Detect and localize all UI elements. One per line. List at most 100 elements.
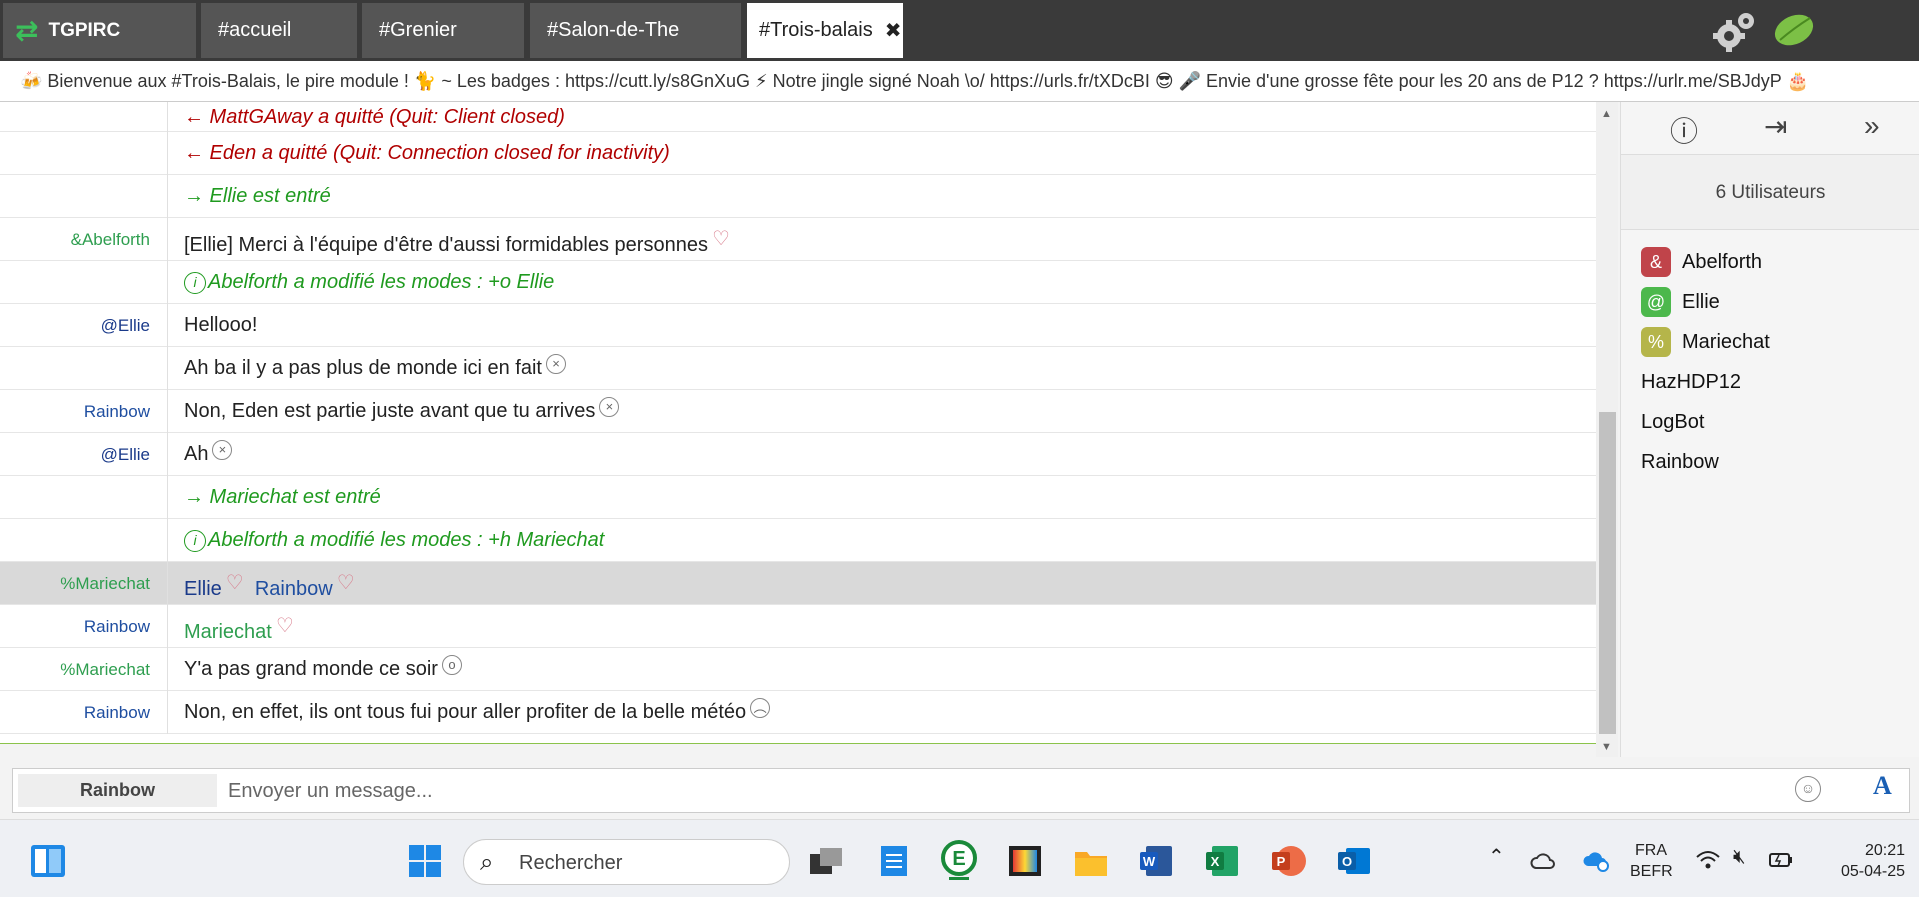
message-nick[interactable]: %Mariechat xyxy=(0,562,150,605)
notepad-icon[interactable] xyxy=(876,844,912,878)
search-icon: ⌕ xyxy=(480,849,494,876)
collapse-panel-icon[interactable]: » xyxy=(1864,110,1880,142)
scrollbar-thumb[interactable] xyxy=(1599,412,1616,734)
info-icon[interactable]: ⓘ xyxy=(1670,110,1698,150)
message-body: Non, en effet, ils ont tous fui pour all… xyxy=(184,701,747,723)
message-nick[interactable]: Rainbow xyxy=(0,691,150,734)
mention-ellie[interactable]: Ellie xyxy=(184,578,222,600)
message-body: Ah ba il y a pas plus de monde ici en fa… xyxy=(184,357,542,379)
tab-brand[interactable]: ⇄ TGPIRC xyxy=(3,3,196,58)
user-list: & Abelforth @ Ellie % Mariechat HazHDP12 Lo… xyxy=(1641,242,1770,482)
word-icon[interactable]: W xyxy=(1138,844,1174,878)
excel-icon[interactable]: X xyxy=(1204,844,1240,878)
svg-text:W: W xyxy=(1143,854,1156,869)
join-message: → Ellie est entré xyxy=(184,185,331,207)
mode-message: i Abelforth a modifié les modes : +o Elli… xyxy=(184,261,554,304)
settings-gears-icon[interactable] xyxy=(1711,10,1757,54)
message-nick[interactable]: Rainbow xyxy=(0,390,150,433)
message-body: [Ellie] Merci à l'équipe d'être d'aussi … xyxy=(184,234,708,256)
tab-label: #Trois-balais xyxy=(759,19,873,41)
heart-icon: ♡ xyxy=(711,228,730,250)
green-app-icon[interactable]: E xyxy=(941,840,977,880)
quit-message: ← Eden a quitté (Quit: Connection closed… xyxy=(184,142,670,164)
widgets-icon[interactable] xyxy=(30,844,66,878)
user-name: Rainbow xyxy=(1641,450,1719,473)
close-icon[interactable]: ✖ xyxy=(885,18,902,43)
message-nick[interactable]: @Ellie xyxy=(0,304,150,347)
clock-time: 20:21 xyxy=(1864,842,1905,859)
volume-muted-icon[interactable]: 🔇︎ xyxy=(1733,846,1746,869)
wifi-icon[interactable] xyxy=(1695,849,1721,871)
message-text: Non, en effet, ils ont tous fui pour all… xyxy=(184,691,771,734)
tab-label: #accueil xyxy=(218,19,292,41)
tab-label: #Grenier xyxy=(379,19,457,41)
message-row: Rainbow Mariechat ♡ xyxy=(0,605,1596,648)
message-input-bar: Rainbow ☺ A xyxy=(0,757,1919,819)
battery-icon[interactable] xyxy=(1768,849,1794,871)
powerpoint-icon[interactable]: P xyxy=(1270,844,1306,878)
sad-emoji-icon: ︵ xyxy=(750,698,771,718)
surprised-emoji-icon: o xyxy=(441,655,462,675)
scroll-down-icon[interactable]: ▼ xyxy=(1601,741,1612,753)
message-nick[interactable]: @Ellie xyxy=(0,433,150,476)
chevron-up-icon[interactable]: ⌃ xyxy=(1488,844,1505,869)
user-item[interactable]: LogBot xyxy=(1641,402,1770,442)
message-text: Ellie ♡ Rainbow ♡ xyxy=(184,562,355,605)
tab-trois-balais[interactable]: #Trois-balais ✖ xyxy=(747,3,903,58)
message-nick[interactable]: %Mariechat xyxy=(0,648,150,691)
onedrive-sync-icon[interactable] xyxy=(1582,850,1610,872)
message-text: Non, Eden est partie juste avant que tu … xyxy=(184,390,620,433)
message-row: @Ellie Ah × xyxy=(0,433,1596,476)
current-nick[interactable]: Rainbow xyxy=(18,774,217,807)
task-view-icon[interactable] xyxy=(808,844,844,878)
video-editor-icon[interactable] xyxy=(1007,844,1043,878)
message-row: Rainbow Non, en effet, ils ont tous fui … xyxy=(0,691,1596,734)
swap-arrows-icon: ⇄ xyxy=(15,14,39,46)
cloud-icon[interactable] xyxy=(1530,850,1556,870)
user-item[interactable]: & Abelforth xyxy=(1641,242,1770,282)
emoji-picker-icon[interactable]: ☺ xyxy=(1795,776,1821,802)
message-nick[interactable]: Rainbow xyxy=(0,605,150,648)
svg-text:P: P xyxy=(1277,854,1286,869)
tab-bar: ⇄ TGPIRC #accueil #Grenier #Salon-de-The… xyxy=(0,0,1919,61)
user-item[interactable]: @ Ellie xyxy=(1641,282,1770,322)
halfop-badge: % xyxy=(1641,327,1671,357)
squint-emoji-icon: × xyxy=(546,354,566,374)
user-item[interactable]: HazHDP12 xyxy=(1641,362,1770,402)
tab-accueil[interactable]: #accueil xyxy=(201,3,357,58)
system-clock[interactable]: 20:21 05-04-25 xyxy=(1835,840,1905,882)
squint-emoji-icon: × xyxy=(212,440,233,460)
users-panel-toolbar: ⓘ ⇥ » xyxy=(1621,102,1919,154)
user-name: Ellie xyxy=(1682,290,1720,313)
message-nick[interactable]: &Abelforth xyxy=(0,218,150,261)
outlook-icon[interactable]: O xyxy=(1336,844,1372,878)
scroll-up-icon[interactable]: ▲ xyxy=(1601,108,1612,120)
mention-rainbow[interactable]: Rainbow xyxy=(255,578,333,600)
mode-text: Abelforth a modifié les modes : +h Marie… xyxy=(208,529,605,551)
brand-label: TGPIRC xyxy=(48,19,121,41)
file-explorer-icon[interactable] xyxy=(1073,844,1109,878)
language-indicator[interactable]: FRA BEFR xyxy=(1630,840,1673,882)
text-format-icon[interactable]: A xyxy=(1873,771,1892,801)
user-item[interactable]: % Mariechat xyxy=(1641,322,1770,362)
message-row: Ah ba il y a pas plus de monde ici en fa… xyxy=(0,347,1596,390)
message-body: Non, Eden est partie juste avant que tu … xyxy=(184,400,596,422)
message-scrollbar[interactable]: ▲ ▼ xyxy=(1596,102,1618,757)
message-row: i Abelforth a modifié les modes : +h Mari… xyxy=(0,519,1596,562)
tab-grenier[interactable]: #Grenier xyxy=(362,3,524,58)
message-row: i Abelforth a modifié les modes : +o Elli… xyxy=(0,261,1596,304)
svg-text:X: X xyxy=(1211,854,1220,869)
leave-channel-icon[interactable]: ⇥ xyxy=(1764,110,1787,143)
message-text: Hellooo! xyxy=(184,314,258,336)
squint-emoji-icon: × xyxy=(599,397,620,417)
heart-icon: ♡ xyxy=(275,615,294,637)
tab-salon-de-the[interactable]: #Salon-de-The xyxy=(530,3,741,58)
mention-mariechat[interactable]: Mariechat xyxy=(184,621,272,643)
message-input[interactable] xyxy=(228,773,1758,809)
start-icon[interactable] xyxy=(407,844,443,878)
user-name: Abelforth xyxy=(1682,250,1763,273)
message-row: → Mariechat est entré xyxy=(0,476,1596,519)
taskbar-search[interactable]: ⌕ Rechercher xyxy=(463,839,790,885)
user-item[interactable]: Rainbow xyxy=(1641,442,1770,482)
windows-taskbar: ⌕ Rechercher E W X P O ⌃ FRA BEFR 🔇︎ 20:… xyxy=(0,819,1919,897)
